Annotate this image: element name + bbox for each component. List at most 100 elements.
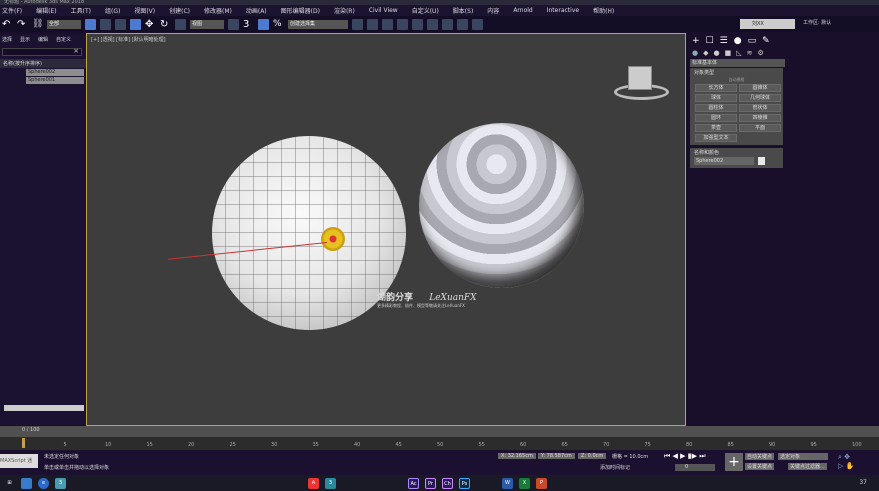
object-color-swatch[interactable] [758,157,765,165]
move-icon[interactable]: ✥ [145,19,156,30]
undo-icon[interactable]: ↶ [2,19,13,30]
mirror-icon[interactable] [352,18,363,30]
viewport-label[interactable]: [+] [透视] [标准] [默认明暗处理] [91,36,166,43]
scene-search-input[interactable]: × [2,47,82,56]
schematic-icon[interactable] [412,18,423,30]
window-crossing-icon[interactable] [130,18,141,30]
motion-tab-icon[interactable]: ● [734,36,742,46]
list-item[interactable]: Sphere002 [26,69,84,76]
scene-tab-select[interactable]: 选择 [2,36,12,43]
material-editor-icon[interactable] [427,18,438,30]
snap-3d-icon[interactable]: 3 [243,19,254,30]
transform-gizmo-icon[interactable] [321,227,345,251]
render-setup-icon[interactable] [442,18,453,30]
track-bar[interactable]: 0 5 10 15 20 25 30 35 40 45 50 55 60 65 70 75 80 85 90 95 10… [0,437,879,450]
selection-filter-dropdown[interactable]: 全部 [47,19,81,29]
lights-icon[interactable]: ● [714,49,720,57]
excel-icon[interactable]: X [519,477,530,489]
rect-selection-icon[interactable] [115,18,126,30]
reference-coord-dropdown[interactable]: 视图 [190,19,224,29]
teapot-button[interactable]: 茶壶 [695,124,737,132]
close-icon[interactable]: × [73,47,79,55]
y-coord-field[interactable]: Y: 78.587cm [538,453,575,459]
clock[interactable]: 37 [859,479,867,486]
menu-item[interactable]: 工具(T) [71,6,91,15]
display-tab-icon[interactable]: ▭ [748,36,757,46]
select-by-name-icon[interactable] [100,18,111,30]
pyramid-button[interactable]: 四棱锥 [739,114,781,122]
maxscript-listener[interactable]: MAXScript 迷 [0,454,38,468]
viewcube-icon[interactable] [614,62,669,102]
viewport-nav-icons[interactable]: ⌕ ✥ ▷ ✋ [838,453,854,470]
menu-item[interactable]: 视图(V) [134,6,155,15]
primitive-type-dropdown[interactable]: 标准基本体 [690,59,785,67]
key-selection-dropdown[interactable]: 选定对象 [778,453,828,460]
named-selection-dropdown[interactable]: 创建选择集 [288,19,348,29]
time-slider[interactable]: 0 / 100 [0,426,879,437]
tube-button[interactable]: 管状体 [739,104,781,112]
percent-snap-icon[interactable]: % [273,19,284,30]
geometry-icon[interactable]: ● [692,49,698,57]
menu-item[interactable]: 动画(A) [246,6,267,15]
current-frame-input[interactable]: 0 [675,464,715,471]
render-frame-icon[interactable] [457,18,468,30]
menu-item[interactable]: 文件(F) [2,6,22,15]
menu-item[interactable]: 帮助(H) [593,6,614,15]
menu-item[interactable]: 组(G) [105,6,120,15]
x-coord-field[interactable]: X: 32.165cm [498,453,536,459]
column-header[interactable]: 名称(按升序排序) [0,59,86,68]
select-object-icon[interactable] [85,18,96,30]
menu-item[interactable]: 渲染(R) [334,6,355,15]
align-icon[interactable] [367,18,378,30]
list-item[interactable]: Sphere001 [26,77,84,84]
premiere-icon[interactable]: Pr [425,477,436,489]
edge-icon[interactable]: e [38,477,49,489]
photoshop-icon[interactable]: Ps [459,477,470,489]
powerpoint-icon[interactable]: P [536,477,547,489]
cylinder-button[interactable]: 圆柱体 [695,104,737,112]
app-icon[interactable] [21,477,32,489]
spacewarps-icon[interactable]: ≋ [747,49,753,57]
render-icon[interactable] [472,18,483,30]
key-filters-button[interactable]: 关键点过滤器... [788,463,827,470]
geosphere-button[interactable]: 几何球体 [739,94,781,102]
menu-item[interactable]: 脚本(S) [453,6,474,15]
object-name-input[interactable]: Sphere002 [694,157,754,165]
set-key-button[interactable]: 设置关键点 [745,463,775,470]
textplus-button[interactable]: 加强型文本 [695,134,737,142]
after-effects-icon[interactable]: Ac [408,477,419,489]
angle-snap-icon[interactable] [258,18,269,30]
helpers-icon[interactable]: ◺ [736,49,741,57]
autocad-icon[interactable]: A [308,477,319,489]
character-animator-icon[interactable]: Ch [442,477,453,489]
user-account[interactable]: 刘XX [740,19,795,29]
utilities-tab-icon[interactable]: ✎ [762,36,770,46]
scene-scrollbar[interactable] [4,405,84,411]
3dsmax-icon[interactable]: 3 [55,477,66,489]
sphere-button[interactable]: 球体 [695,94,737,102]
menu-item[interactable]: 内容 [487,6,499,15]
hierarchy-tab-icon[interactable]: ☰ [720,36,728,46]
name-color-rollout[interactable]: 名称和颜色 [690,148,783,157]
auto-key-button[interactable]: 自动关键点 [745,453,775,460]
cone-button[interactable]: 圆锥体 [739,84,781,92]
menu-item[interactable]: Interactive [547,7,579,14]
sphere-001[interactable] [419,123,584,288]
layer-icon[interactable] [382,18,393,30]
scale-icon[interactable] [175,18,186,30]
perspective-viewport[interactable]: [+] [透视] [标准] [默认明暗处理] 湖韵分享 LeXuanFX 更多精… [86,33,686,426]
word-icon[interactable]: W [502,477,513,489]
scene-tab-custom[interactable]: 自定义 [56,36,71,43]
z-coord-field[interactable]: Z: 0.0cm [578,453,607,459]
start-icon[interactable]: ⊞ [4,478,15,489]
menu-item[interactable]: 图形编辑器(D) [281,6,320,15]
systems-icon[interactable]: ⚙ [758,49,764,57]
modify-tab-icon[interactable]: ☐ [706,36,714,46]
redo-icon[interactable]: ↷ [17,19,28,30]
workspace-selector[interactable]: 工作区: 默认 [803,19,831,26]
playback-controls[interactable]: ⏮ ◀ ▶ ▮▶ ⏭ [664,452,706,461]
link-icon[interactable]: ⛓ [32,19,43,30]
torus-button[interactable]: 圆环 [695,114,737,122]
3dsmax-app-icon[interactable]: 3 [325,477,336,489]
rotate-icon[interactable]: ↻ [160,19,171,30]
